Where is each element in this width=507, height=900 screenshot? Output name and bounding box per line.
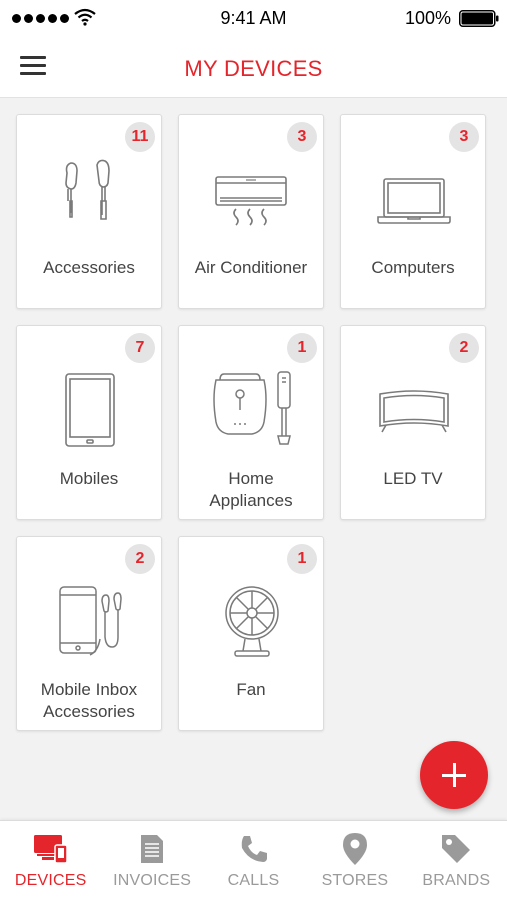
device-label: Air Conditioner: [194, 258, 308, 277]
home-appliances-icon: [213, 371, 291, 445]
phone-earphones-icon: [59, 586, 122, 656]
status-bar: 9:41 AM 100%: [0, 0, 507, 36]
page-title: MY DEVICES: [184, 56, 323, 81]
fan-icon: [225, 586, 279, 657]
devices-icon: [33, 835, 68, 864]
air-conditioner-icon: [215, 176, 287, 226]
device-card-home-appliances[interactable]: 1 Home Appliances: [178, 325, 324, 520]
device-card-accessories[interactable]: 11 Accessories: [16, 114, 162, 309]
document-icon: [141, 835, 164, 863]
count-badge: 11: [125, 122, 155, 152]
led-tv-icon: [379, 390, 449, 433]
app-header: MY DEVICES: [0, 36, 507, 98]
count-badge: 2: [125, 544, 155, 574]
device-label: Accessories: [43, 258, 135, 277]
device-card-mobile-inbox-accessories[interactable]: 2 Mobile Inbox Accessories: [16, 536, 162, 731]
device-label: Computers: [371, 258, 455, 277]
earphones-icon: [65, 159, 110, 220]
device-label-line1: Home: [228, 469, 274, 488]
device-label-line2: Appliances: [209, 491, 293, 510]
add-device-button[interactable]: [420, 741, 488, 809]
tab-calls[interactable]: CALLS: [203, 821, 304, 900]
laptop-icon: [377, 178, 451, 224]
device-card-led-tv[interactable]: 2 LED TV: [340, 325, 486, 520]
device-label-line2: Accessories: [43, 702, 135, 721]
count-badge: 7: [125, 333, 155, 363]
phone-icon: [241, 836, 267, 862]
device-label: Fan: [236, 680, 266, 699]
tab-stores[interactable]: STORES: [304, 821, 405, 900]
device-label-line1: Mobile Inbox: [40, 680, 138, 699]
location-pin-icon: [342, 833, 367, 865]
bottom-tab-bar: DEVICES INVOICES CALLS STORES BRANDS: [0, 820, 507, 900]
device-card-mobiles[interactable]: 7 Mobiles: [16, 325, 162, 520]
tab-label: DEVICES: [14, 872, 87, 889]
device-card-computers[interactable]: 3 Computers: [340, 114, 486, 309]
count-badge: 3: [287, 122, 317, 152]
count-badge: 1: [287, 333, 317, 363]
battery-percentage: 100%: [404, 8, 451, 28]
count-badge: 1: [287, 544, 317, 574]
tag-icon: [442, 835, 471, 863]
tab-label: CALLS: [227, 872, 280, 889]
count-badge: 3: [449, 122, 479, 152]
device-card-fan[interactable]: 1 Fan: [178, 536, 324, 731]
device-card-air-conditioner[interactable]: 3 Air Conditioner: [178, 114, 324, 309]
tab-label: INVOICES: [113, 872, 192, 889]
device-label: Mobiles: [59, 469, 119, 488]
battery-icon: [459, 10, 499, 27]
tab-invoices[interactable]: INVOICES: [101, 821, 202, 900]
device-label: Home Appliances: [183, 468, 319, 512]
tab-label: BRANDS: [422, 872, 491, 889]
device-label: Mobile Inbox Accessories: [21, 679, 157, 723]
tablet-icon: [65, 373, 115, 447]
tab-label: STORES: [321, 872, 389, 889]
count-badge: 2: [449, 333, 479, 363]
tab-brands[interactable]: BRANDS: [406, 821, 507, 900]
device-label: LED TV: [383, 469, 443, 488]
tab-devices[interactable]: DEVICES: [0, 821, 101, 900]
